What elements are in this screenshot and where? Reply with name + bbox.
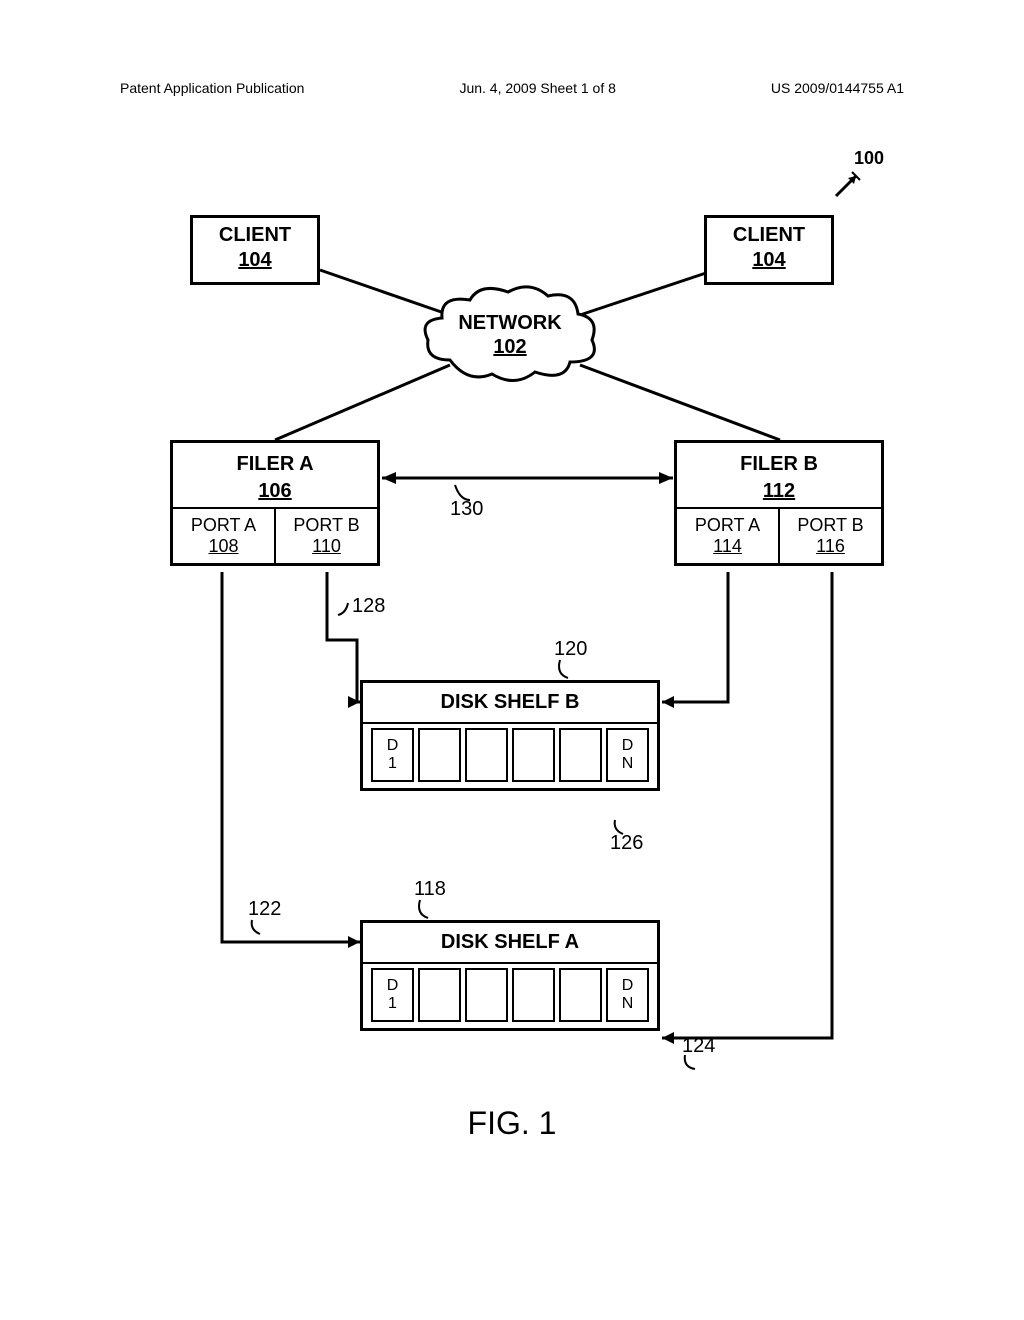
disk-b-1-letter: D [387, 737, 399, 755]
disk-a-1: D 1 [371, 968, 414, 1022]
filer-a-head: FILER A 106 [173, 443, 377, 507]
header-center: Jun. 4, 2009 Sheet 1 of 8 [459, 80, 615, 96]
filer-b-port-b: PORT B 116 [778, 509, 881, 563]
annot-130: 130 [450, 498, 483, 521]
filer-b-port-b-label: PORT B [797, 515, 863, 535]
filer-a-title: FILER A [236, 453, 313, 475]
client-b-title: CLIENT [707, 224, 831, 247]
annot-122: 122 [248, 898, 281, 921]
filer-a-port-b-num: 110 [276, 536, 377, 557]
filer-a-port-b-label: PORT B [293, 515, 359, 535]
diagram: 100 [120, 140, 904, 1140]
filer-a-port-b: PORT B 110 [274, 509, 377, 563]
disk-shelf-a-title: DISK SHELF A [363, 923, 657, 964]
disk-b-1-num: 1 [388, 755, 397, 773]
annot-124: 124 [682, 1035, 715, 1058]
disk-a-3 [465, 968, 508, 1022]
disk-b-1: D 1 [371, 728, 414, 782]
disk-b-n-letter: D [622, 737, 634, 755]
network-cloud: NETWORK 102 [420, 280, 600, 390]
client-a-num: 104 [193, 249, 317, 272]
filer-b-head: FILER B 112 [677, 443, 881, 507]
header-right: US 2009/0144755 A1 [771, 80, 904, 96]
disk-shelf-b-title: DISK SHELF B [363, 683, 657, 724]
filer-a-port-a: PORT A 108 [173, 509, 274, 563]
disk-shelf-a-disks: D 1 D N [363, 964, 657, 1028]
client-b-box: CLIENT 104 [704, 215, 834, 285]
disk-a-1-num: 1 [388, 995, 397, 1013]
annot-120: 120 [554, 638, 587, 661]
filer-b-port-a-num: 114 [677, 536, 778, 557]
page-header: Patent Application Publication Jun. 4, 2… [120, 80, 904, 96]
ref-arrow-icon [834, 168, 864, 198]
filer-a-port-a-num: 108 [173, 536, 274, 557]
filer-b-title: FILER B [740, 453, 818, 475]
disk-b-n-num: N [622, 755, 634, 773]
disk-a-1-letter: D [387, 977, 399, 995]
figure-caption: FIG. 1 [0, 1105, 1024, 1142]
client-a-title: CLIENT [193, 224, 317, 247]
header-left: Patent Application Publication [120, 80, 304, 96]
disk-a-5 [559, 968, 602, 1022]
cloud-icon [420, 280, 600, 390]
filer-a-ports: PORT A 108 PORT B 110 [173, 507, 377, 563]
disk-a-n: D N [606, 968, 649, 1022]
filer-b-box: FILER B 112 PORT A 114 PORT B 116 [674, 440, 884, 566]
ref-100: 100 [854, 148, 884, 169]
filer-b-ports: PORT A 114 PORT B 116 [677, 507, 881, 563]
disk-shelf-b: DISK SHELF B D 1 D N [360, 680, 660, 791]
filer-b-num: 112 [677, 480, 881, 503]
disk-a-2 [418, 968, 461, 1022]
disk-shelf-b-disks: D 1 D N [363, 724, 657, 788]
disk-a-4 [512, 968, 555, 1022]
disk-b-3 [465, 728, 508, 782]
client-b-num: 104 [707, 249, 831, 272]
annot-126: 126 [610, 832, 643, 855]
annot-118: 118 [414, 878, 446, 901]
filer-a-port-a-label: PORT A [191, 515, 256, 535]
disk-b-4 [512, 728, 555, 782]
disk-b-5 [559, 728, 602, 782]
disk-a-n-num: N [622, 995, 634, 1013]
filer-b-port-a: PORT A 114 [677, 509, 778, 563]
network-num: 102 [420, 336, 600, 359]
client-a-box: CLIENT 104 [190, 215, 320, 285]
disk-b-2 [418, 728, 461, 782]
filer-a-num: 106 [173, 480, 377, 503]
filer-a-box: FILER A 106 PORT A 108 PORT B 110 [170, 440, 380, 566]
network-title: NETWORK [420, 312, 600, 335]
disk-b-n: D N [606, 728, 649, 782]
disk-a-n-letter: D [622, 977, 634, 995]
annot-128: 128 [352, 595, 385, 618]
filer-b-port-b-num: 116 [780, 536, 881, 557]
filer-b-port-a-label: PORT A [695, 515, 760, 535]
disk-shelf-a: DISK SHELF A D 1 D N [360, 920, 660, 1031]
